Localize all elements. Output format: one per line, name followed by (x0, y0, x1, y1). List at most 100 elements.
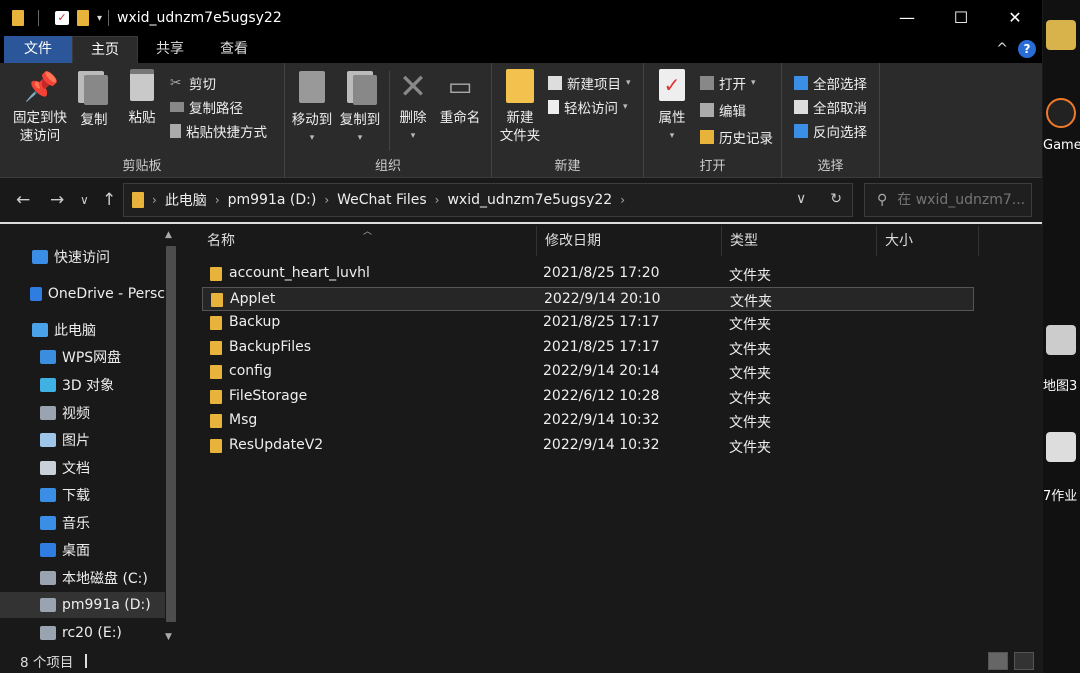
invert-selection-button[interactable]: 反向选择 (794, 121, 867, 141)
nav-item-label: rc20 (E:) (62, 625, 122, 641)
forward-arrow-icon[interactable]: → (50, 190, 64, 210)
nav-item[interactable]: 音乐 (0, 510, 165, 536)
breadcrumb-this-pc[interactable]: 此电脑 (165, 190, 207, 210)
nav-item[interactable]: 图片 (0, 427, 165, 453)
chevron-right-icon[interactable]: › (215, 193, 220, 207)
table-row[interactable]: FileStorage 2022/6/12 10:28 文件夹 (202, 385, 974, 409)
nav-item[interactable]: 快速访问 (0, 244, 165, 270)
table-row[interactable]: Backup 2021/8/25 17:17 文件夹 (202, 311, 974, 335)
search-input[interactable] (897, 192, 1028, 208)
nav-item[interactable]: WPS网盘 (0, 344, 165, 370)
search-box[interactable]: ⚲ (864, 183, 1032, 217)
folder-icon (12, 10, 24, 26)
nav-item[interactable]: 桌面 (0, 537, 165, 563)
new-item-button[interactable]: 新建项目 ▾ (548, 73, 631, 93)
cut-button[interactable]: ✂ 剪切 (170, 73, 216, 93)
tab-home[interactable]: 主页 (72, 36, 138, 63)
desktop-label-map[interactable]: 地图3 (1043, 375, 1077, 394)
refresh-icon[interactable]: ↻ (830, 191, 842, 207)
paste-shortcut-button[interactable]: 粘贴快捷方式 (170, 121, 267, 141)
back-arrow-icon[interactable]: ← (16, 190, 30, 210)
breadcrumb-wechat-files[interactable]: WeChat Files (337, 192, 427, 208)
folder-icon (210, 389, 222, 404)
edit-button[interactable]: 编辑 (700, 100, 746, 120)
file-name: Applet (230, 290, 276, 307)
new-item-icon (548, 76, 562, 90)
map-file-icon[interactable] (1046, 325, 1076, 355)
address-history-chevron-down-icon[interactable]: ∨ (796, 191, 806, 207)
chevron-right-icon[interactable]: › (152, 193, 157, 207)
nav-scrollbar-thumb[interactable] (166, 246, 176, 622)
minimize-button[interactable]: — (880, 0, 934, 36)
folder-icon (210, 438, 222, 453)
customize-chevron-down-icon[interactable]: ▾ (97, 13, 102, 24)
select-all-button[interactable]: 全部选择 (794, 73, 867, 93)
nav-item[interactable]: pm991a (D:) (0, 592, 165, 618)
table-row[interactable]: Applet 2022/9/14 20:10 文件夹 (202, 286, 974, 311)
nav-item[interactable]: OneDrive - Persc (0, 281, 165, 307)
tab-file[interactable]: 文件 (4, 36, 72, 63)
breadcrumb-current-folder[interactable]: wxid_udnzm7e5ugsy22 (447, 192, 612, 208)
copy-to-button[interactable]: 复制到 ▾ (337, 69, 383, 147)
nav-item[interactable]: 此电脑 (0, 317, 165, 343)
table-row[interactable]: BackupFiles 2021/8/25 17:17 文件夹 (202, 336, 974, 360)
nav-item[interactable]: 文档 (0, 455, 165, 481)
move-icon (299, 71, 325, 103)
copy-button[interactable]: 复制 (76, 69, 112, 129)
table-row[interactable]: ResUpdateV2 2022/9/14 10:32 文件夹 (202, 434, 974, 458)
desktop-app-icon[interactable] (1046, 20, 1076, 50)
help-icon[interactable]: ? (1018, 40, 1036, 58)
recent-chevron-down-icon[interactable]: ∨ (80, 193, 89, 207)
up-arrow-icon[interactable]: ↑ (102, 190, 116, 210)
details-view-button[interactable] (988, 652, 1008, 670)
collapse-ribbon-chevron-up-icon[interactable]: ^ (996, 41, 1008, 57)
document-icon (40, 461, 56, 475)
desktop-label-game[interactable]: Game (1043, 138, 1080, 153)
table-row[interactable]: config 2022/9/14 20:14 文件夹 (202, 360, 974, 384)
column-header-name[interactable]: 名称 (199, 226, 537, 256)
chevron-right-icon[interactable]: › (435, 193, 440, 207)
properties-button[interactable]: ✓ 属性 ▾ (652, 69, 692, 145)
chevron-right-icon[interactable]: › (620, 193, 625, 207)
history-button[interactable]: 历史记录 (700, 127, 773, 147)
nav-item[interactable]: 视频 (0, 400, 165, 426)
rename-button[interactable]: ▭ 重命名 (437, 69, 483, 127)
desktop-label-homework[interactable]: 7作业 (1043, 485, 1077, 504)
maximize-button[interactable]: ☐ (934, 0, 988, 36)
scroll-up-chevron-icon[interactable]: ▲ (165, 230, 172, 240)
properties-check-icon[interactable]: ✓ (55, 11, 69, 25)
paste-button[interactable]: 粘贴 (124, 69, 160, 127)
nav-item[interactable]: 下载 (0, 482, 165, 508)
move-to-button[interactable]: 移动到 ▾ (289, 69, 335, 147)
file-type: 文件夹 (730, 293, 772, 310)
new-folder-icon[interactable] (77, 10, 89, 26)
select-none-button[interactable]: 全部取消 (794, 97, 867, 117)
pin-quick-access-button[interactable]: 📌 固定到快 速访问 (10, 69, 70, 145)
title-bar: ✓ ▾ wxid_udnzm7e5ugsy22 — ☐ ✕ (0, 0, 1042, 36)
copy-path-button[interactable]: 复制路径 (170, 97, 243, 117)
easy-access-button[interactable]: 轻松访问 ▾ (548, 97, 628, 117)
breadcrumb-drive-d[interactable]: pm991a (D:) (228, 192, 317, 208)
open-button[interactable]: 打开 ▾ (700, 73, 756, 93)
nav-item[interactable]: rc20 (E:) (0, 620, 165, 646)
column-header-modified[interactable]: 修改日期 (537, 226, 722, 256)
open-group-label: 打开 (699, 159, 726, 174)
close-button[interactable]: ✕ (988, 0, 1042, 36)
new-group: 新建 文件夹 新建项目 ▾ 轻松访问 ▾ 新建 (492, 63, 644, 178)
homework-file-icon[interactable] (1046, 432, 1076, 462)
address-bar[interactable]: › 此电脑 › pm991a (D:) › WeChat Files › wxi… (123, 183, 853, 217)
table-row[interactable]: account_heart_luvhl 2021/8/25 17:20 文件夹 (202, 262, 974, 286)
delete-button[interactable]: ✕ 删除 ▾ (395, 69, 431, 145)
scroll-down-chevron-icon[interactable]: ▼ (165, 632, 172, 642)
large-icons-view-button[interactable] (1014, 652, 1034, 670)
nav-item[interactable]: 本地磁盘 (C:) (0, 565, 165, 591)
tab-view[interactable]: 查看 (202, 36, 266, 63)
chevron-right-icon[interactable]: › (324, 193, 329, 207)
game-app-icon[interactable] (1046, 98, 1076, 128)
column-header-type[interactable]: 类型 (722, 226, 877, 256)
new-folder-button[interactable]: 新建 文件夹 (496, 69, 544, 145)
table-row[interactable]: Msg 2022/9/14 10:32 文件夹 (202, 409, 974, 433)
nav-item[interactable]: 3D 对象 (0, 372, 165, 398)
column-header-size[interactable]: 大小 (877, 226, 979, 256)
tab-share[interactable]: 共享 (138, 36, 202, 63)
